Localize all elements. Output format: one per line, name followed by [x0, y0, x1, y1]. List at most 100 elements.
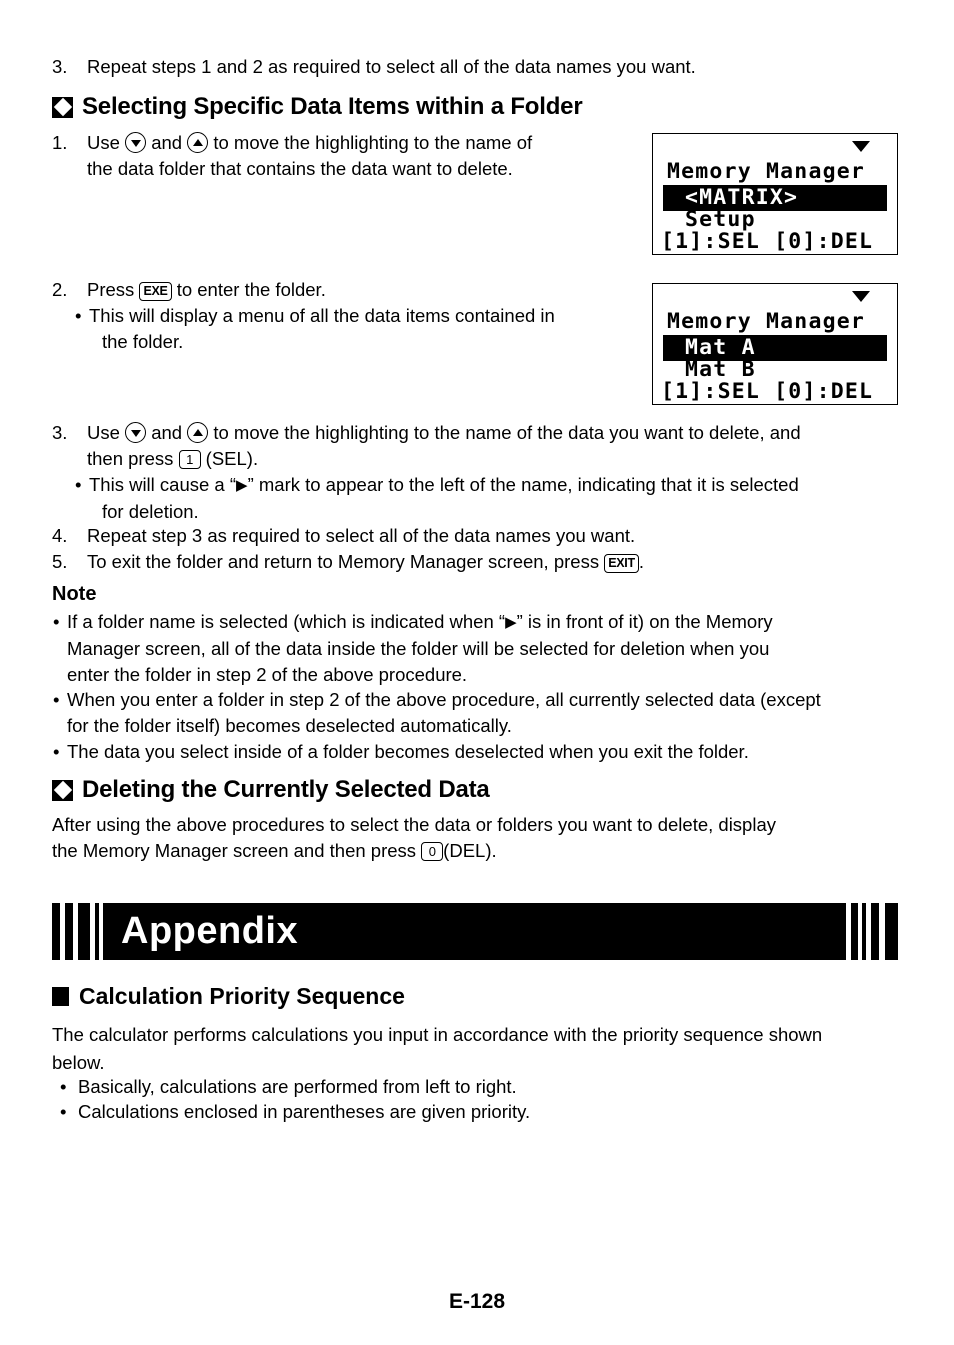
step1-mid: and: [151, 132, 183, 153]
up-arrow-key-icon: [187, 132, 209, 153]
step1-prefix: Use: [87, 132, 120, 153]
priority-intro-line2: below.: [52, 1052, 105, 1073]
down-triangle-indicator-icon: [852, 141, 870, 152]
step1-line1-rest: to move the highlighting to the name of: [213, 132, 533, 153]
bullet-text: This will display a menu of all the data…: [89, 303, 635, 355]
down-arrow-key-icon: [125, 422, 147, 443]
bullet-line1: This will display a menu of all the data…: [89, 305, 555, 326]
appendix-title-block: Appendix: [103, 903, 846, 960]
zero-key-icon: 0: [421, 842, 444, 861]
square-bullet-icon: [52, 987, 69, 1006]
bullet-text: Calculations enclosed in parentheses are…: [78, 1101, 531, 1122]
lcd-inner: Memory Manager <MATRIX> Setup [1]:SEL [0…: [653, 134, 897, 254]
heading-text: Deleting the Currently Selected Data: [82, 776, 490, 803]
step-item-1: 1. Use and to move the highlighting to t…: [52, 130, 622, 182]
bullet-dot: •: [53, 689, 60, 710]
bullet-line1-b: ” mark to appear to the left of the name…: [247, 474, 799, 495]
right-triangle-mark-icon: ▶: [505, 614, 517, 631]
step2-prefix: Press: [87, 279, 135, 300]
step-number: 1.: [52, 132, 68, 153]
step5-suffix: .: [638, 551, 644, 572]
banner-bar: [65, 903, 73, 960]
step-text: Press EXE to enter the folder.: [87, 277, 632, 303]
heading-deleting-currently-selected-data: Deleting the Currently Selected Data: [52, 776, 490, 804]
bullet-dot: •: [60, 1101, 67, 1122]
lcd-line-title: Memory Manager: [667, 159, 866, 184]
step3-mid: and: [151, 422, 183, 443]
banner-bar: [52, 903, 60, 960]
bullet-text: Basically, calculations are performed fr…: [78, 1076, 517, 1097]
deleting-line2-suffix: (DEL).: [443, 840, 497, 861]
note3-line1: The data you select inside of a folder b…: [67, 741, 749, 762]
note-heading: Note: [52, 583, 97, 605]
step-item-5: 5. To exit the folder and return to Memo…: [52, 549, 912, 575]
step-number: 3.: [52, 56, 68, 77]
step-item-4: 4. Repeat step 3 as required to select a…: [52, 523, 912, 549]
diamond-bullet-icon: [52, 96, 73, 118]
deleting-paragraph: After using the above procedures to sele…: [52, 812, 922, 864]
note-bullet-2: • When you enter a folder in step 2 of t…: [53, 687, 923, 739]
step2-suffix: to enter the folder.: [176, 279, 326, 300]
bullet-dot: •: [53, 741, 60, 762]
note1-line2: Manager screen, all of the data inside t…: [67, 638, 770, 659]
step-item-2: 2. Press EXE to enter the folder.: [52, 277, 632, 303]
exe-key-icon: EXE: [139, 281, 172, 301]
up-arrow-key-icon: [187, 422, 209, 443]
heading-text: Selecting Specific Data Items within a F…: [82, 93, 583, 120]
bullet-text: When you enter a folder in step 2 of the…: [67, 687, 923, 739]
step3-line2-suffix: (SEL).: [205, 448, 259, 469]
banner-bar: [78, 903, 90, 960]
lcd-line-softkeys: [1]:SEL [0]:DEL: [661, 229, 874, 254]
manual-page: 3. Repeat steps 1 and 2 as required to s…: [0, 0, 954, 1345]
note1-line1-a: If a folder name is selected (which is i…: [67, 611, 506, 632]
step3-prefix: Use: [87, 422, 120, 443]
step-text: To exit the folder and return to Memory …: [87, 549, 912, 575]
lcd-line-softkeys: [1]:SEL [0]:DEL: [661, 379, 874, 404]
lcd-screen-folder-list: Memory Manager <MATRIX> Setup [1]:SEL [0…: [652, 133, 898, 255]
step-text: Use and to move the highlighting to the …: [87, 420, 912, 472]
step3-line2-prefix: then press: [87, 448, 174, 469]
lcd-inner: Memory Manager Mat A Mat B [1]:SEL [0]:D…: [653, 284, 897, 404]
deleting-line1: After using the above procedures to sele…: [52, 814, 776, 835]
bullet-text: This will cause a “▶” mark to appear to …: [89, 472, 915, 525]
note2-line2: for the folder itself) becomes deselecte…: [67, 715, 512, 736]
step-2-note-bullet: • This will display a menu of all the da…: [75, 303, 635, 355]
bullet-dot: •: [75, 474, 82, 495]
bullet-dot: •: [53, 611, 60, 632]
step-text: Use and to move the highlighting to the …: [87, 130, 622, 182]
heading-text: Calculation Priority Sequence: [79, 983, 405, 1009]
step-number: 2.: [52, 279, 68, 300]
bullet-dot: •: [75, 305, 82, 326]
step1-line2: the data folder that contains the data w…: [87, 158, 513, 179]
bullet-line2: the folder.: [102, 331, 184, 352]
banner-bar: [871, 903, 879, 960]
step-number: 3.: [52, 422, 68, 443]
lcd-line-title: Memory Manager: [667, 309, 866, 334]
step-number: 5.: [52, 551, 68, 572]
down-triangle-indicator-icon: [852, 291, 870, 302]
one-key-icon: 1: [178, 450, 201, 469]
priority-intro-line1: The calculator performs calculations you…: [52, 1024, 823, 1045]
step-number: 4.: [52, 525, 68, 546]
banner-bar: [885, 903, 898, 960]
page-footer: E-128: [448, 1290, 506, 1313]
note1-line1-b: ” is in front of it) on the Memory: [516, 611, 773, 632]
deleting-line2-prefix: the Memory Manager screen and then press: [52, 840, 417, 861]
step-text: Repeat steps 1 and 2 as required to sele…: [87, 56, 696, 77]
priority-bullet-2: • Calculations enclosed in parentheses a…: [60, 1099, 920, 1125]
bullet-line1-a: This will cause a “: [89, 474, 237, 495]
priority-bullet-1: • Basically, calculations are performed …: [60, 1074, 920, 1100]
right-triangle-mark-icon: ▶: [236, 477, 248, 494]
step3-line1-rest: to move the highlighting to the name of …: [213, 422, 801, 443]
bullet-text: If a folder name is selected (which is i…: [67, 609, 913, 688]
bullet-line2: for deletion.: [102, 501, 199, 522]
exit-key-icon: EXIT: [604, 553, 639, 573]
bullet-dot: •: [60, 1076, 67, 1097]
priority-intro-paragraph: The calculator performs calculations you…: [52, 1021, 922, 1077]
note1-line3: enter the folder in step 2 of the above …: [67, 664, 468, 685]
step-3-note-bullet: • This will cause a “▶” mark to appear t…: [75, 472, 915, 525]
note2-line1: When you enter a folder in step 2 of the…: [67, 689, 821, 710]
note-bullet-3: • The data you select inside of a folder…: [53, 739, 923, 765]
step-item-3: 3. Use and to move the highlighting to t…: [52, 420, 912, 472]
appendix-title: Appendix: [121, 909, 299, 952]
